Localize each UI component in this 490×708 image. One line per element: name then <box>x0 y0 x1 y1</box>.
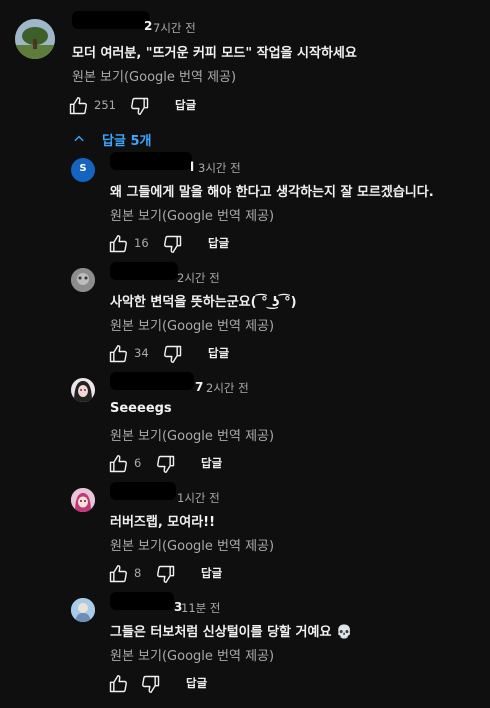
thumbs-down-icon <box>157 565 175 584</box>
like-count: 251 <box>94 98 116 112</box>
redacted-author <box>110 262 178 280</box>
translation-note[interactable]: 원본 보기(Google 번역 제공) <box>110 425 274 444</box>
chevron-up-icon <box>74 135 84 142</box>
timestamp[interactable]: 2시간 전 <box>206 380 249 396</box>
like-button[interactable] <box>108 234 128 254</box>
author-name-suffix[interactable]: 2 <box>144 19 152 33</box>
dislike-button[interactable] <box>141 674 161 694</box>
like-count: 6 <box>134 456 142 470</box>
reply-button[interactable]: 답글 <box>201 455 222 471</box>
avatar[interactable] <box>15 19 55 59</box>
translation-note[interactable]: 원본 보기(Google 번역 제공) <box>110 645 274 664</box>
dislike-button[interactable] <box>130 96 150 116</box>
comment-text: 모더 여러분, "뜨거운 커피 모드" 작업을 시작하세요 <box>72 46 357 61</box>
thumbs-up-icon <box>109 674 127 693</box>
author-name-suffix[interactable]: l <box>190 160 194 174</box>
comment-text: Seeeegs <box>110 401 172 416</box>
thumbs-down-icon <box>157 455 175 474</box>
like-button[interactable] <box>108 344 128 364</box>
timestamp[interactable]: 2시간 전 <box>177 270 220 286</box>
comment-actions: 16 답글 <box>108 234 308 254</box>
thumbs-up-icon <box>69 96 87 115</box>
dislike-button[interactable] <box>156 564 176 584</box>
comment-actions: 6 답글 <box>108 454 308 474</box>
avatar[interactable] <box>71 378 95 402</box>
timestamp[interactable]: 3시간 전 <box>198 160 241 176</box>
avatar-letter: S <box>79 163 87 174</box>
comment-actions: 답글 <box>108 674 308 694</box>
redacted-author <box>72 11 150 29</box>
like-button[interactable] <box>68 96 88 116</box>
redacted-author <box>110 372 194 390</box>
comment-actions: 8 답글 <box>108 564 308 584</box>
thumbs-down-icon <box>164 345 182 364</box>
dislike-button[interactable] <box>163 234 183 254</box>
dislike-button[interactable] <box>163 344 183 364</box>
replies-toggle-label[interactable]: 답글 5개 <box>102 130 151 149</box>
reply-button[interactable]: 답글 <box>186 675 207 691</box>
timestamp[interactable]: 11분 전 <box>181 600 220 616</box>
like-count: 8 <box>134 566 142 580</box>
like-count: 16 <box>134 236 149 250</box>
dislike-button[interactable] <box>156 454 176 474</box>
comment-actions: 251 답글 <box>68 96 268 116</box>
comment-text: 사악한 변덕을 뜻하는군요( ͡° ͜ʖ ͡°) <box>110 295 297 310</box>
redacted-author <box>110 482 176 500</box>
thumbs-up-icon <box>109 234 127 253</box>
thumbs-up-icon <box>109 454 127 473</box>
author-name-suffix[interactable]: 7 <box>195 380 203 394</box>
comment-text: 러버즈랩, 모여라!! <box>110 515 216 530</box>
redacted-author <box>110 592 174 610</box>
reply-button[interactable]: 답글 <box>175 97 196 113</box>
translation-note[interactable]: 원본 보기(Google 번역 제공) <box>110 535 274 554</box>
thumbs-down-icon <box>142 675 160 694</box>
timestamp[interactable]: 1시간 전 <box>177 490 220 506</box>
thumbs-up-icon <box>109 344 127 363</box>
translation-note[interactable]: 원본 보기(Google 번역 제공) <box>110 205 274 224</box>
like-count: 34 <box>134 346 149 360</box>
comment-text: 왜 그들에게 말을 해야 한다고 생각하는지 잘 모르겠습니다. <box>110 185 434 200</box>
avatar[interactable] <box>71 488 95 512</box>
thumbs-up-icon <box>109 564 127 583</box>
like-button[interactable] <box>108 674 128 694</box>
timestamp[interactable]: 7시간 전 <box>153 20 196 36</box>
like-button[interactable] <box>108 454 128 474</box>
like-button[interactable] <box>108 564 128 584</box>
reply-button[interactable]: 답글 <box>201 565 222 581</box>
redacted-author <box>110 152 192 170</box>
thumbs-down-icon <box>131 97 149 116</box>
comment-actions: 34 답글 <box>108 344 308 364</box>
avatar[interactable]: S <box>71 158 95 182</box>
avatar[interactable] <box>71 598 95 622</box>
translation-note[interactable]: 원본 보기(Google 번역 제공) <box>72 66 236 85</box>
translation-note[interactable]: 원본 보기(Google 번역 제공) <box>110 315 274 334</box>
reply-button[interactable]: 답글 <box>208 235 229 251</box>
avatar[interactable] <box>71 268 95 292</box>
thumbs-down-icon <box>164 235 182 254</box>
reply-button[interactable]: 답글 <box>208 345 229 361</box>
comment-text: 그들은 터보처럼 신상털이를 당할 거예요 💀 <box>110 625 353 640</box>
